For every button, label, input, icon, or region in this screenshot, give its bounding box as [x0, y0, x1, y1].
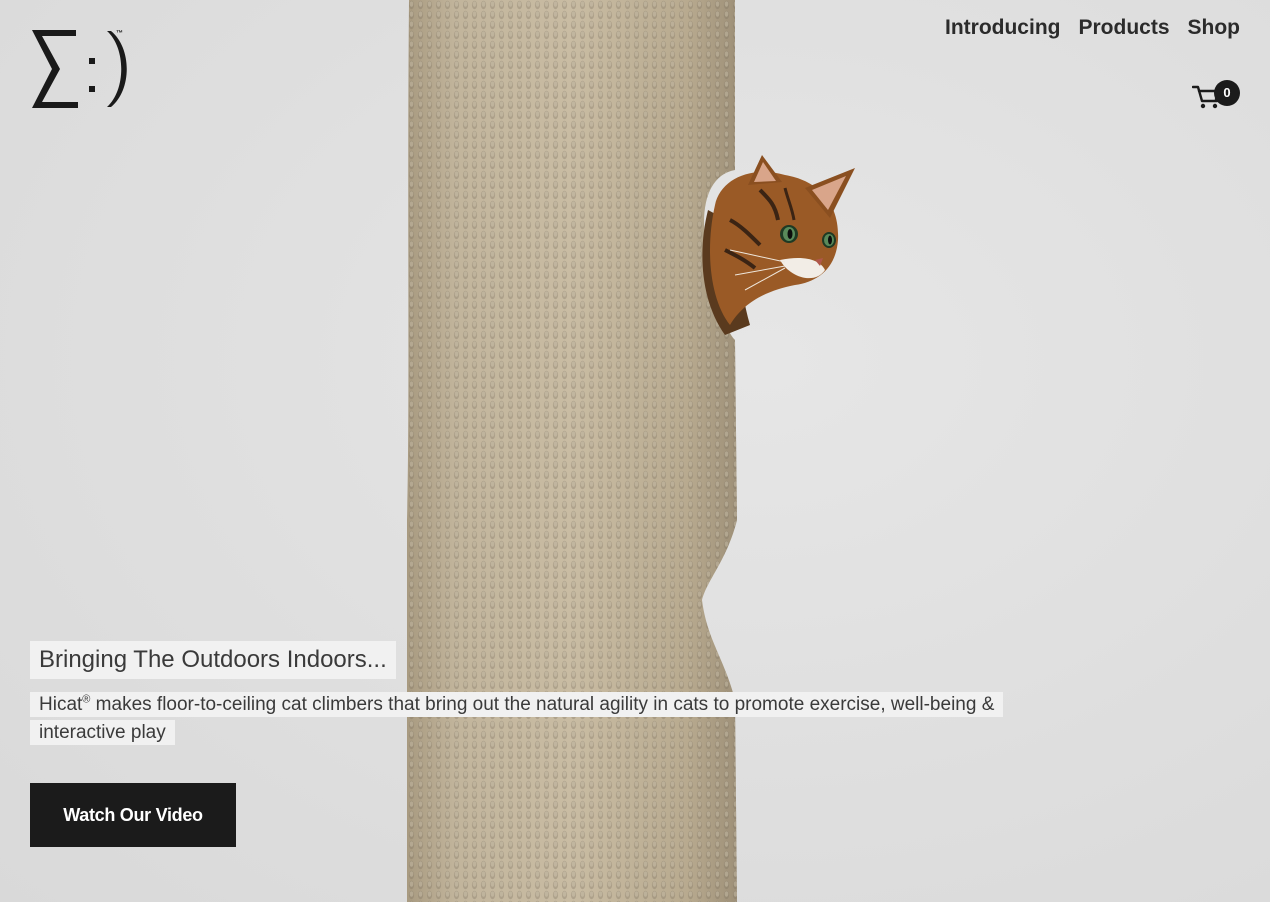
cat-photo — [690, 150, 865, 340]
cart-count-badge: 0 — [1214, 80, 1240, 106]
main-nav: Introducing Products Shop — [945, 14, 1240, 42]
brand-name: Hicat — [39, 694, 83, 715]
hero-title: Bringing The Outdoors Indoors... — [30, 641, 396, 679]
watch-video-button[interactable]: Watch Our Video — [30, 783, 236, 847]
hero-page: ™ Introducing Products Shop 0 Bringing T… — [0, 0, 1270, 902]
nav-products[interactable]: Products — [1078, 14, 1169, 42]
scratching-post-image — [407, 0, 737, 902]
cart-button[interactable]: 0 — [1191, 80, 1240, 112]
hero-description: Hicat® makes floor-to-ceiling cat climbe… — [30, 691, 1020, 747]
nav-shop[interactable]: Shop — [1188, 14, 1241, 42]
description-text: makes floor-to-ceiling cat climbers that… — [39, 694, 995, 743]
nav-introducing[interactable]: Introducing — [945, 14, 1060, 42]
brand-logo[interactable]: ™ — [30, 28, 130, 110]
trademark-mark: ™ — [116, 30, 123, 37]
